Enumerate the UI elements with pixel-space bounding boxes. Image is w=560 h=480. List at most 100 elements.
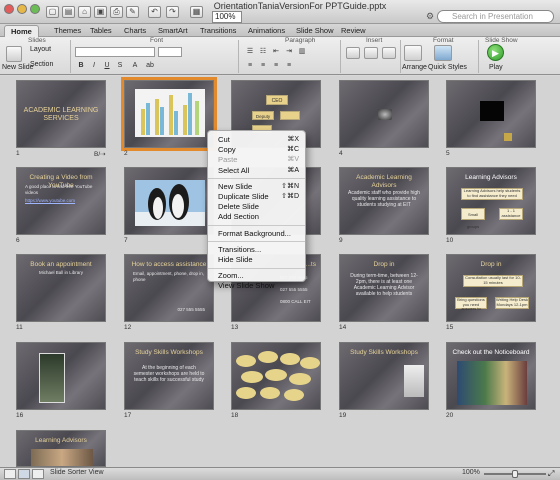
menu-item-label: Format Background... [218, 228, 292, 238]
tab-slide-show[interactable]: Slide Show [290, 25, 340, 37]
indent-less-icon[interactable]: ⇤ [271, 47, 281, 56]
section-button[interactable]: Section [30, 61, 53, 68]
menu-item-hide-slide[interactable]: Hide Slide [208, 255, 305, 265]
indent-more-icon[interactable]: ⇥ [284, 47, 294, 56]
columns-icon[interactable]: ▥ [297, 47, 307, 56]
tab-transitions[interactable]: Transitions [194, 25, 242, 37]
new-file-icon[interactable]: ▢ [46, 6, 59, 18]
slide-thumbnail-14[interactable]: Drop in During term-time, between 12-2pm… [339, 254, 429, 322]
slide-thumbnail-18[interactable] [231, 342, 321, 410]
undo-icon[interactable]: ↶ [148, 6, 161, 18]
slide-thumbnail-21[interactable]: Learning Advisors [16, 430, 106, 467]
new-slide-button[interactable]: New Slide [2, 64, 34, 71]
italic-button[interactable]: I [89, 62, 99, 71]
menu-item-format-background[interactable]: Format Background... [208, 229, 305, 239]
open-file-icon[interactable]: ⌂ [78, 6, 91, 18]
align-center-icon[interactable]: ≡ [258, 62, 268, 71]
templates-icon[interactable]: ▤ [62, 6, 75, 18]
menu-item-shortcut: ⇧⌘D [281, 192, 299, 200]
font-name-field[interactable] [75, 47, 155, 57]
font-size-field[interactable] [158, 47, 182, 57]
align-right-icon[interactable]: ≡ [271, 62, 281, 71]
menu-item-view-slide-show[interactable]: View Slide Show [208, 281, 305, 291]
arrange-icon[interactable] [404, 45, 422, 61]
shape-icon[interactable] [364, 47, 378, 59]
menu-item-new-slide[interactable]: New Slide ⇧⌘N [208, 182, 305, 192]
redo-icon[interactable]: ↷ [166, 6, 179, 18]
tab-animations[interactable]: Animations [242, 25, 291, 37]
slide-thumbnail-6[interactable]: Creating a Video from YouTube A good pla… [16, 167, 106, 235]
quick-styles-button[interactable]: Quick Styles [428, 64, 467, 71]
advisors-photo [31, 449, 93, 466]
numbering-icon[interactable]: ☷ [258, 47, 268, 56]
slide-thumbnail-2[interactable] [121, 77, 217, 151]
tab-tables[interactable]: Tables [84, 25, 118, 37]
search-options-icon[interactable]: ⚙ [426, 11, 434, 22]
underline-button[interactable]: U [102, 62, 112, 71]
group-label-paragraph: Paragraph [285, 37, 316, 44]
slide-title: Drop in [480, 261, 502, 268]
slide-number: 6 [16, 237, 20, 244]
align-left-icon[interactable]: ≡ [245, 62, 255, 71]
slide-number: 4 [339, 150, 343, 157]
slide-thumbnail-7[interactable] [124, 167, 214, 235]
slide-thumbnail-12[interactable]: How to access assistance Email, appointm… [124, 254, 214, 322]
zoom-slider-handle[interactable] [512, 470, 518, 478]
slide-thumbnail-1[interactable]: ACADEMIC LEARNING SERVICES [16, 80, 106, 148]
font-color-icon[interactable]: A [130, 62, 140, 71]
tab-charts[interactable]: Charts [118, 25, 152, 37]
tab-smartart[interactable]: SmartArt [152, 25, 194, 37]
menu-item-add-section[interactable]: Add Section [208, 212, 305, 222]
slide-thumbnail-10[interactable]: Learning Advisors Learning Advisors help… [446, 167, 536, 235]
slide-thumbnail-4[interactable] [339, 80, 429, 148]
menu-item-duplicate-slide[interactable]: Duplicate Slide ⇧⌘D [208, 192, 305, 202]
play-button[interactable]: Play [489, 64, 503, 71]
zoom-select[interactable]: 100% [212, 11, 242, 23]
zoom-fit-icon[interactable]: ⤢ [548, 469, 554, 479]
save-icon[interactable]: ▣ [94, 6, 107, 18]
menu-item-copy[interactable]: Copy ⌘C [208, 145, 305, 155]
slide-body: At the beginning of each semester worksh… [133, 365, 205, 383]
new-slide-icon[interactable] [6, 46, 22, 62]
tab-review[interactable]: Review [335, 25, 372, 37]
menu-item-delete-slide[interactable]: Delete Slide [208, 202, 305, 212]
slide-thumbnail-16[interactable] [16, 342, 106, 410]
layout-button[interactable]: Layout [30, 46, 51, 53]
highlight-icon[interactable]: ab [145, 62, 155, 71]
slide-thumbnail-9[interactable]: Academic Learning Advisors Academic staf… [339, 167, 429, 235]
slide-sorter-view-icon[interactable] [18, 469, 30, 479]
arrange-button[interactable]: Arrange [402, 64, 427, 71]
bold-button[interactable]: B [76, 62, 86, 71]
slide-show-view-icon[interactable] [32, 469, 44, 479]
slide-thumbnail-5[interactable] [446, 80, 536, 148]
slide-thumbnail-17[interactable]: Study Skills Workshops At the beginning … [124, 342, 214, 410]
menu-item-transitions[interactable]: Transitions... [208, 245, 305, 255]
menu-item-cut[interactable]: Cut ⌘X [208, 135, 305, 145]
slide-body: A good place to find free YouTube videos [25, 184, 93, 195]
slide-thumbnail-15[interactable]: Drop in Consultation usually last for 10… [446, 254, 536, 322]
quick-styles-icon[interactable] [434, 45, 452, 61]
format-painter-icon[interactable]: ✎ [126, 6, 139, 18]
slide-thumbnail-19[interactable]: Study Skills Workshops [339, 342, 429, 410]
transition-icon: B/⇢ [94, 151, 106, 158]
slide-body: Academic staff who provide high quality … [348, 190, 420, 208]
text-box-icon[interactable] [346, 47, 360, 59]
menu-item-zoom[interactable]: Zoom... [208, 271, 305, 281]
justify-icon[interactable]: ≡ [284, 62, 294, 71]
tab-home[interactable]: Home [4, 25, 39, 37]
slide-number: 5 [446, 150, 450, 157]
normal-view-icon[interactable] [4, 469, 16, 479]
close-window-button[interactable] [4, 4, 14, 14]
picture-icon[interactable] [382, 47, 396, 59]
minimize-window-button[interactable] [17, 4, 27, 14]
menu-item-select-all[interactable]: Select All ⌘A [208, 166, 305, 176]
slide-thumbnail-20[interactable]: Check out the Noticeboard [446, 342, 536, 410]
shadow-button[interactable]: S [115, 62, 125, 71]
slide-thumbnail-11[interactable]: Book an appointment Michael Ball in Libr… [16, 254, 106, 322]
maximize-window-button[interactable] [30, 4, 40, 14]
bullets-icon[interactable]: ☰ [245, 47, 255, 56]
search-input[interactable]: Search in Presentation [437, 10, 554, 23]
play-icon[interactable]: ▶ [487, 44, 504, 61]
print-icon[interactable]: ⎙ [110, 6, 123, 18]
tab-themes[interactable]: Themes [48, 25, 87, 37]
